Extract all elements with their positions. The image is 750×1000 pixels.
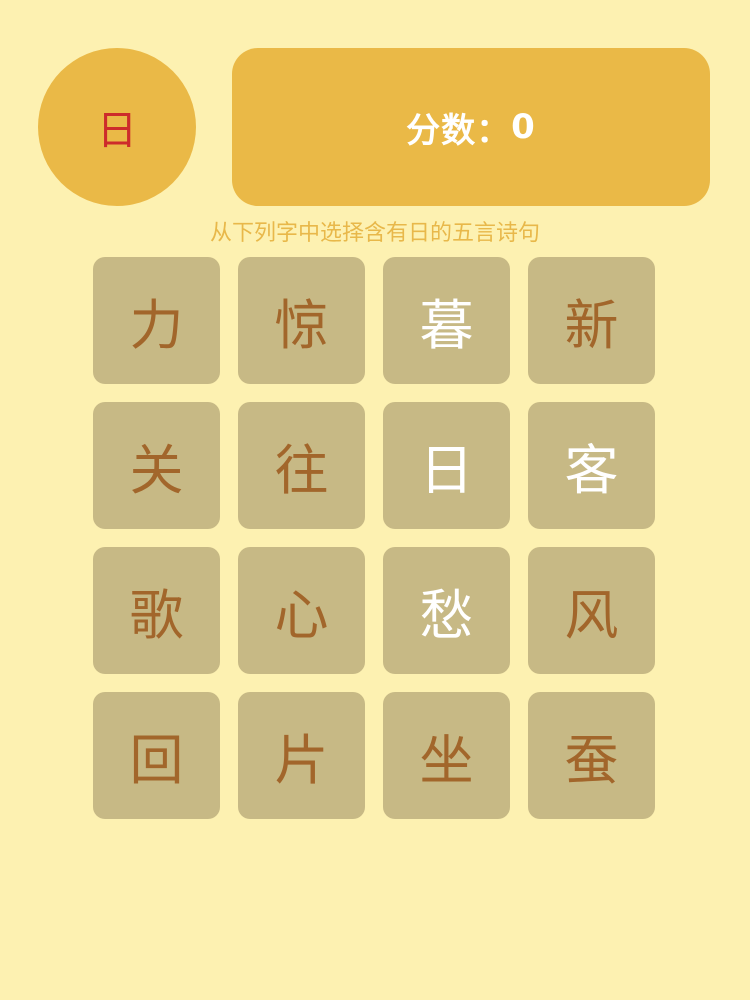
target-character: 日 xyxy=(97,108,137,154)
character-tile[interactable]: 愁 xyxy=(383,547,510,674)
tile-character: 力 xyxy=(129,294,184,357)
character-tile[interactable]: 力 xyxy=(93,257,220,384)
character-tile[interactable]: 心 xyxy=(238,547,365,674)
tile-character: 关 xyxy=(129,439,184,502)
score-label: 分数： xyxy=(406,110,512,151)
character-tile[interactable]: 关 xyxy=(93,402,220,529)
tile-character: 客 xyxy=(564,439,619,502)
tile-character: 暮 xyxy=(419,294,474,357)
tile-character: 日 xyxy=(419,439,474,502)
character-tile[interactable]: 回 xyxy=(93,692,220,819)
instruction-text: 从下列字中选择含有日的五言诗句 xyxy=(209,221,540,246)
tile-character: 坐 xyxy=(419,729,474,792)
character-tile[interactable]: 新 xyxy=(528,257,655,384)
tile-character: 回 xyxy=(129,729,184,792)
character-tile[interactable]: 歌 xyxy=(93,547,220,674)
character-tile[interactable]: 暮 xyxy=(383,257,510,384)
tile-character: 往 xyxy=(274,439,329,502)
character-tile[interactable]: 惊 xyxy=(238,257,365,384)
tile-character: 新 xyxy=(564,294,619,357)
character-tile[interactable]: 风 xyxy=(528,547,655,674)
character-tile[interactable]: 客 xyxy=(528,402,655,529)
tile-character: 惊 xyxy=(274,294,329,357)
target-character-badge: 日 xyxy=(38,48,196,206)
score-value: 0 xyxy=(511,107,536,147)
tile-character: 蚕 xyxy=(564,729,619,792)
character-tile[interactable]: 往 xyxy=(238,402,365,529)
tile-character: 歌 xyxy=(129,584,184,647)
tile-character: 片 xyxy=(274,729,329,792)
character-tile[interactable]: 日 xyxy=(383,402,510,529)
character-tile[interactable]: 片 xyxy=(238,692,365,819)
character-grid: 力 惊 暮 新 关 往 日 客 歌 心 愁 风 回 片 坐 蚕 xyxy=(93,257,657,819)
tile-character: 愁 xyxy=(419,584,474,647)
score-panel: 分数： 0 xyxy=(232,48,710,206)
tile-character: 心 xyxy=(274,584,329,647)
character-tile[interactable]: 坐 xyxy=(383,692,510,819)
tile-character: 风 xyxy=(564,584,619,647)
character-tile[interactable]: 蚕 xyxy=(528,692,655,819)
